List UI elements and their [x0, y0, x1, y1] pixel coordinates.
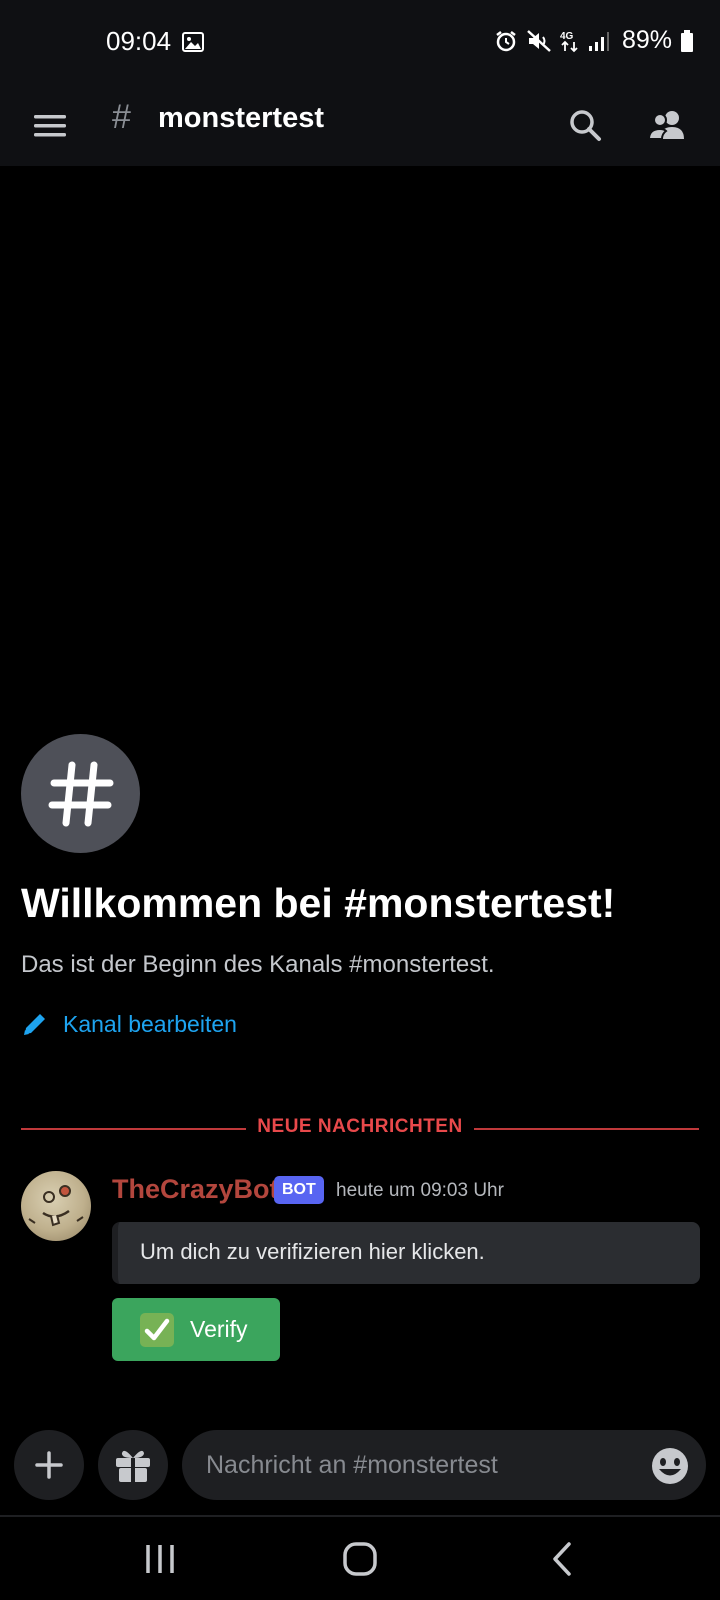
search-button[interactable]	[562, 102, 608, 148]
battery-percent: 89%	[621, 26, 672, 54]
channel-hash-icon: #	[112, 98, 131, 136]
bot-badge: BOT	[274, 1176, 324, 1204]
check-icon	[140, 1312, 174, 1347]
members-button[interactable]	[644, 102, 690, 148]
menu-icon	[34, 115, 66, 137]
new-messages-label: NEUE NACHRICHTEN	[257, 1116, 463, 1137]
embed-text: Um dich zu verifizieren hier klicken.	[140, 1239, 485, 1264]
battery-icon	[680, 29, 694, 53]
plus-icon	[35, 1451, 63, 1479]
status-bar: 09:04 4G 89%	[0, 0, 720, 86]
message-composer	[0, 1426, 720, 1512]
4g-icon: 4G	[560, 29, 580, 53]
back-icon	[553, 1542, 571, 1576]
status-time: 09:04	[106, 26, 172, 56]
recents-icon	[146, 1545, 174, 1573]
welcome-subtitle: Das ist der Beginn des Kanals #monsterte…	[21, 951, 495, 978]
recents-button[interactable]	[140, 1539, 180, 1579]
avatar-image	[28, 1185, 84, 1227]
channel-title: monstertest	[158, 102, 324, 134]
menu-button[interactable]	[30, 106, 70, 146]
emoji-button[interactable]	[650, 1446, 690, 1486]
message-author[interactable]: TheCrazyBot	[112, 1174, 279, 1205]
mute-icon	[526, 29, 552, 53]
verify-button[interactable]: Verify	[112, 1298, 280, 1361]
home-icon	[343, 1542, 377, 1576]
signal-icon	[588, 30, 610, 52]
home-button[interactable]	[340, 1539, 380, 1579]
search-icon	[570, 110, 601, 141]
verify-label: Verify	[190, 1316, 248, 1342]
divider-line	[474, 1128, 699, 1130]
members-icon	[648, 111, 684, 140]
new-messages-divider: NEUE NACHRICHTEN	[21, 1116, 699, 1146]
edit-channel-label: Kanal bearbeiten	[63, 1010, 237, 1037]
back-button[interactable]	[542, 1539, 582, 1579]
channel-header: # monstertest	[0, 86, 720, 166]
system-nav-bar	[0, 1517, 720, 1600]
message-timestamp: heute um 09:03 Uhr	[336, 1180, 504, 1201]
status-icons: 4G 89%	[494, 26, 694, 55]
emoji-icon	[652, 1448, 688, 1484]
gift-button[interactable]	[98, 1430, 168, 1500]
pencil-icon	[24, 1014, 45, 1035]
message-input[interactable]	[182, 1430, 706, 1500]
hash-icon	[48, 761, 113, 826]
welcome-title: Willkommen bei #monstertest!	[21, 880, 616, 926]
gift-icon	[116, 1450, 150, 1482]
alarm-icon	[494, 29, 518, 53]
svg-text:4G: 4G	[560, 31, 574, 42]
attach-button[interactable]	[14, 1430, 84, 1500]
image-icon	[182, 32, 204, 57]
edit-channel-link[interactable]: Kanal bearbeiten	[21, 1010, 237, 1038]
avatar[interactable]	[21, 1171, 91, 1241]
message-embed: Um dich zu verifizieren hier klicken.	[112, 1222, 700, 1284]
channel-avatar	[21, 734, 140, 853]
